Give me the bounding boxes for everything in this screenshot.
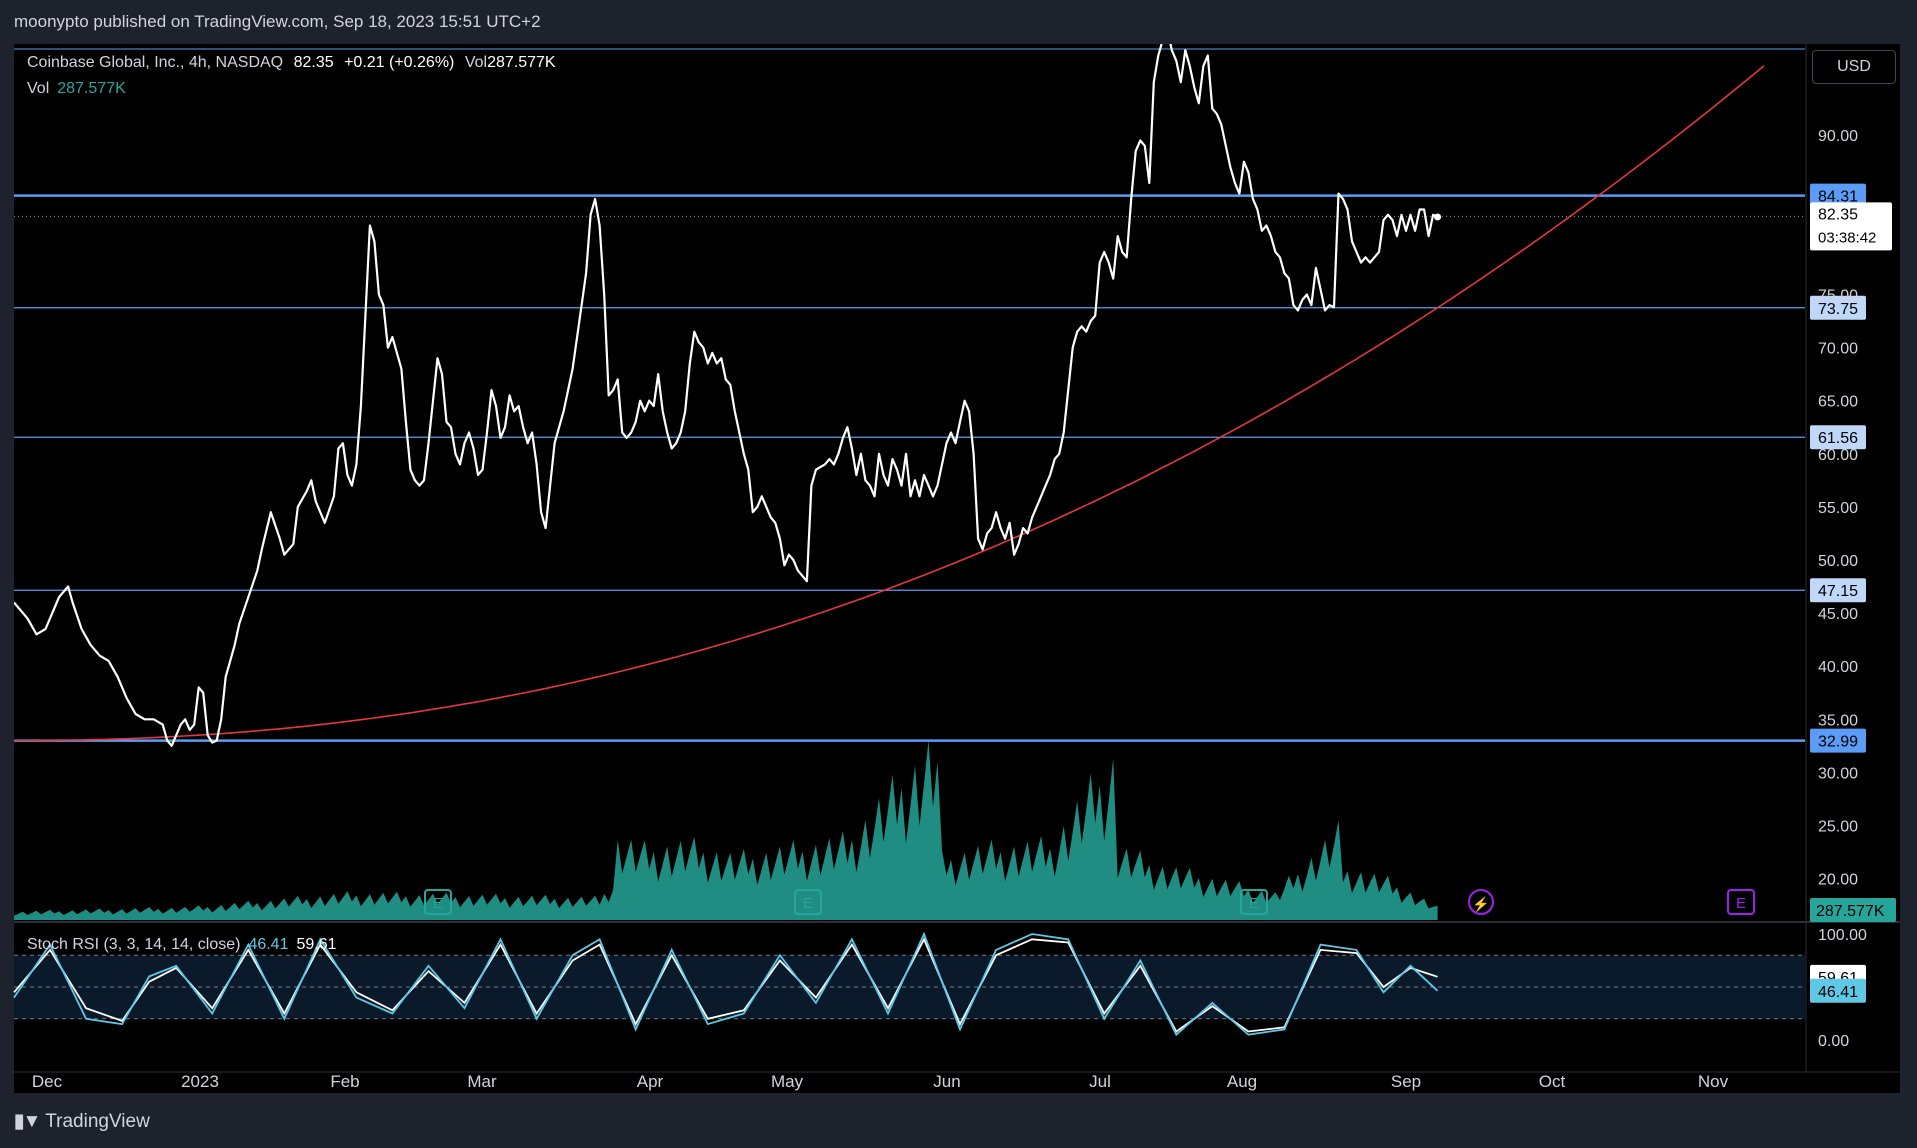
time-axis-label: Sep bbox=[1391, 1072, 1421, 1091]
price-axis-tick: 65.00 bbox=[1818, 394, 1858, 411]
price-axis-tick: 25.00 bbox=[1818, 818, 1858, 835]
stoch-rsi-label: Stoch RSI (3, 3, 14, 14, close) bbox=[27, 936, 241, 953]
price-axis-tick: 70.00 bbox=[1818, 341, 1858, 358]
last-price: 82.35 bbox=[293, 54, 334, 71]
parabolic-curve bbox=[14, 65, 1765, 742]
price-axis-tick: 20.00 bbox=[1818, 872, 1858, 889]
currency-button[interactable]: USD bbox=[1812, 50, 1896, 84]
stoch-rsi-axis-top: 100.00 bbox=[1818, 927, 1867, 944]
symbol-title: Coinbase Global, Inc., 4h, NASDAQ bbox=[27, 54, 284, 71]
vol-value: 287.577K bbox=[487, 54, 556, 71]
price-change: +0.21 (+0.26%) bbox=[344, 54, 455, 71]
tradingview-logo[interactable]: ▮▼ TradingView bbox=[14, 1110, 150, 1133]
price-axis-tick: 75.00 bbox=[1818, 287, 1858, 304]
price-axis-tick: 90.00 bbox=[1818, 128, 1858, 145]
symbol-legend[interactable]: Coinbase Global, Inc., 4h, NASDAQ 82.35 … bbox=[27, 54, 562, 72]
current-price-label: 82.35 bbox=[1818, 206, 1858, 223]
volume-legend-label: Vol bbox=[27, 80, 50, 97]
price-axis-tick: 30.00 bbox=[1818, 765, 1858, 782]
bar-countdown-label: 03:38:42 bbox=[1818, 229, 1876, 246]
price-axis-tick: 40.00 bbox=[1818, 659, 1858, 676]
level-price-label: 61.56 bbox=[1818, 430, 1858, 447]
time-axis-label: Mar bbox=[467, 1072, 497, 1091]
last-price-dot bbox=[1434, 213, 1442, 221]
chart-canvas[interactable]: 84.3173.7561.5647.1532.9982.3503:38:4290… bbox=[0, 0, 1917, 1148]
earnings-marker-label: E bbox=[1249, 895, 1259, 912]
level-price-label: 32.99 bbox=[1818, 734, 1858, 751]
time-axis-label: Dec bbox=[32, 1072, 63, 1091]
volume-legend-value: 287.577K bbox=[57, 80, 126, 97]
volume-legend[interactable]: Vol 287.577K bbox=[27, 80, 126, 98]
stoch-rsi-axis-bottom: 0.00 bbox=[1818, 1033, 1849, 1050]
lightning-event-glyph: ⚡ bbox=[1472, 896, 1489, 913]
earnings-marker-label: E bbox=[433, 895, 443, 912]
time-axis-label: May bbox=[771, 1072, 804, 1091]
time-axis-label: Feb bbox=[330, 1072, 359, 1091]
time-axis-label: Oct bbox=[1539, 1072, 1566, 1091]
stoch-rsi-k-tag-label: 46.41 bbox=[1818, 984, 1858, 1001]
stoch-rsi-k-value: 46.41 bbox=[248, 936, 289, 953]
time-axis-label: Jul bbox=[1089, 1072, 1111, 1091]
price-axis-tick: 35.00 bbox=[1818, 712, 1858, 729]
time-axis-label: 2023 bbox=[181, 1072, 219, 1091]
time-axis-label: Nov bbox=[1698, 1072, 1729, 1091]
stoch-rsi-d-value: 59.61 bbox=[296, 936, 337, 953]
earnings-marker-label: E bbox=[803, 895, 813, 912]
price-line bbox=[14, 44, 1439, 747]
bottom-bar bbox=[0, 1093, 1917, 1148]
level-price-label: 47.15 bbox=[1818, 583, 1858, 600]
time-axis-label: Apr bbox=[637, 1072, 664, 1091]
vol-label: Vol bbox=[464, 54, 488, 71]
time-axis-label: Jun bbox=[933, 1072, 960, 1091]
tradingview-mark-icon: ▮▼ bbox=[14, 1111, 41, 1132]
stoch-rsi-legend[interactable]: Stoch RSI (3, 3, 14, 14, close) 46.41 59.6… bbox=[27, 936, 337, 954]
time-axis-label: Aug bbox=[1227, 1072, 1257, 1091]
price-axis-tick: 45.00 bbox=[1818, 606, 1858, 623]
future-earnings-marker-label: E bbox=[1736, 895, 1746, 912]
volume-tag-label: 287.577K bbox=[1816, 903, 1885, 920]
price-axis-tick: 60.00 bbox=[1818, 447, 1858, 464]
price-axis-tick: 50.00 bbox=[1818, 553, 1858, 570]
tradingview-logo-text: TradingView bbox=[45, 1110, 150, 1132]
volume-histogram bbox=[14, 740, 1438, 920]
price-axis-tick: 55.00 bbox=[1818, 500, 1858, 517]
